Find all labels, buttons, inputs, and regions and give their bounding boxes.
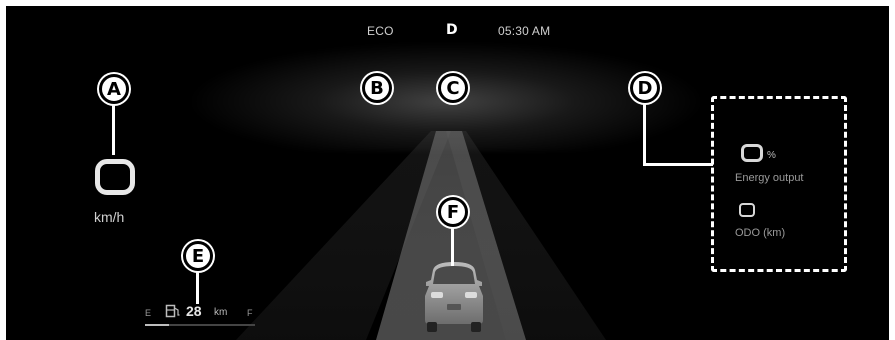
range-unit: km bbox=[214, 307, 228, 318]
info-panel-frame bbox=[711, 96, 847, 272]
range-bar-fill bbox=[145, 324, 170, 326]
car-icon bbox=[425, 262, 483, 332]
callout-f-leader bbox=[451, 226, 454, 266]
instrument-cluster: ECO D 05:30 AM km/h % Energy output ODO … bbox=[6, 6, 889, 340]
callout-d-leader-v bbox=[643, 101, 646, 166]
energy-unit-label: % bbox=[767, 150, 776, 161]
range-bar bbox=[145, 324, 255, 326]
callout-f: F bbox=[438, 197, 468, 227]
range-value: 28 bbox=[186, 303, 202, 319]
odo-value-placeholder bbox=[739, 203, 755, 217]
fuel-gauge-icon bbox=[165, 304, 180, 318]
range-full-label: F bbox=[247, 308, 253, 318]
energy-output-label: Energy output bbox=[735, 172, 804, 184]
clock: 05:30 AM bbox=[498, 24, 551, 38]
energy-value-placeholder bbox=[741, 144, 763, 162]
callout-d: D bbox=[630, 73, 660, 103]
drive-mode-indicator: ECO bbox=[367, 24, 394, 38]
callout-e-leader bbox=[196, 270, 199, 304]
callout-a: A bbox=[99, 74, 129, 104]
range-empty-label: E bbox=[145, 308, 152, 318]
callout-a-leader bbox=[112, 103, 115, 155]
speed-value-placeholder bbox=[95, 159, 135, 195]
callout-d-leader-h bbox=[643, 163, 713, 166]
gear-indicator: D bbox=[446, 22, 458, 38]
callout-e: E bbox=[183, 241, 213, 271]
callout-c: C bbox=[438, 73, 468, 103]
callout-b: B bbox=[362, 73, 392, 103]
odo-label: ODO (km) bbox=[735, 227, 786, 239]
speed-unit-label: km/h bbox=[94, 209, 125, 225]
